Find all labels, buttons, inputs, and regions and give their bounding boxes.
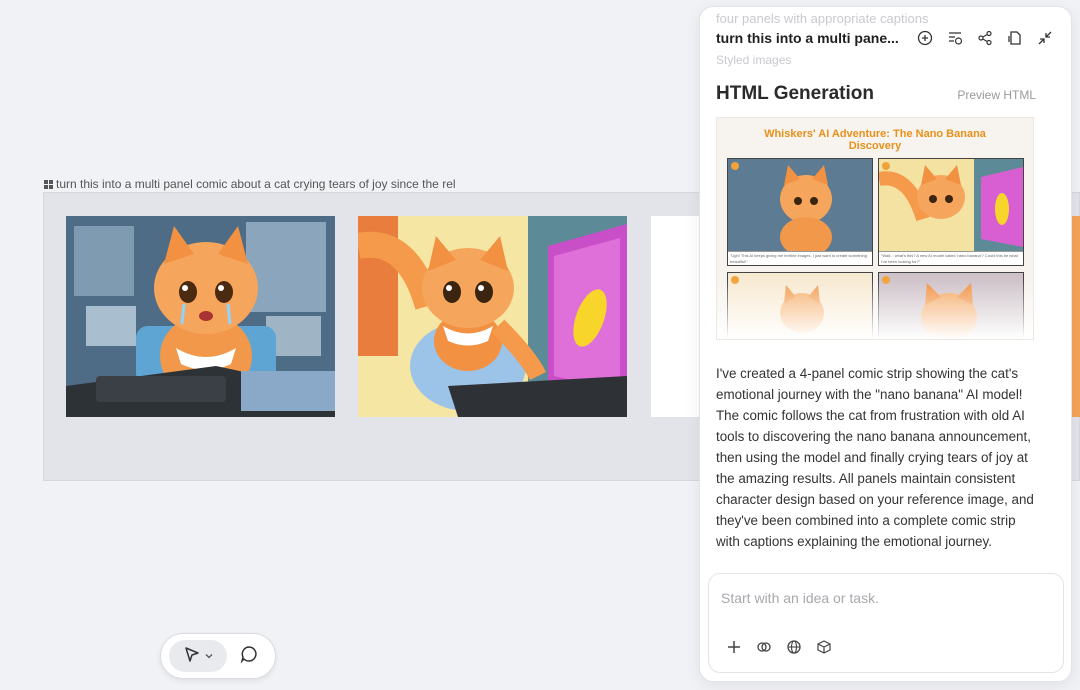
assistant-response-text: I've created a 4-panel comic strip showi… bbox=[716, 366, 1034, 549]
pointer-arrow-icon bbox=[183, 645, 201, 668]
add-circle-icon[interactable] bbox=[915, 28, 935, 48]
preview-panel-1-caption: "Ugh! This AI keeps giving me terrible i… bbox=[728, 251, 872, 265]
panel-title: turn this into a multi pane... bbox=[716, 30, 899, 46]
collapse-icon[interactable] bbox=[1035, 28, 1055, 48]
comment-tool-button[interactable] bbox=[233, 640, 265, 672]
preview-panel-2-caption: "Wait... what's this? A new AI model cal… bbox=[879, 251, 1023, 265]
preview-panel-number bbox=[731, 162, 739, 170]
comment-bubble-icon bbox=[239, 644, 259, 669]
frame-label[interactable]: turn this into a multi panel comic about… bbox=[44, 177, 456, 191]
chat-input[interactable] bbox=[721, 588, 1051, 608]
section-title: HTML Generation bbox=[716, 83, 874, 104]
html-generation-header: HTML Generation Preview HTML bbox=[716, 83, 1036, 105]
preview-panel-1: "Ugh! This AI keeps giving me terrible i… bbox=[727, 158, 873, 266]
share-icon[interactable] bbox=[975, 28, 995, 48]
frame-label-text: turn this into a multi panel comic about… bbox=[56, 177, 456, 191]
preview-comic-title: Whiskers' AI Adventure: The Nano Banana … bbox=[764, 128, 986, 152]
ghost-styled-images: Styled images bbox=[716, 53, 792, 67]
preview-panel-number bbox=[882, 162, 890, 170]
assistant-side-panel: four panels with appropriate captions tu… bbox=[699, 6, 1072, 682]
preview-html-link[interactable]: Preview HTML bbox=[957, 88, 1036, 102]
frame-grid-icon bbox=[44, 179, 53, 189]
panel-header: turn this into a multi pane... bbox=[700, 21, 1071, 55]
preview-sad-cat bbox=[780, 165, 832, 257]
plus-icon[interactable] bbox=[725, 638, 743, 656]
select-tool-button[interactable] bbox=[169, 640, 227, 672]
comic-panel-1-image[interactable] bbox=[66, 216, 335, 417]
preview-panel-2: "Wait... what's this? A new AI model cal… bbox=[878, 158, 1024, 266]
globe-icon[interactable] bbox=[785, 638, 803, 656]
preview-fade bbox=[717, 279, 1033, 339]
canvas-toolbar bbox=[160, 633, 276, 679]
attach-icon[interactable] bbox=[755, 638, 773, 656]
chevron-down-icon bbox=[205, 647, 213, 665]
sad-cat-illustration bbox=[66, 216, 335, 417]
chat-input-box bbox=[708, 573, 1064, 673]
document-icon[interactable] bbox=[1005, 28, 1025, 48]
surprised-cat-illustration bbox=[358, 216, 627, 417]
html-preview-thumbnail[interactable]: Whiskers' AI Adventure: The Nano Banana … bbox=[716, 117, 1034, 340]
history-list-icon[interactable] bbox=[945, 28, 965, 48]
comic-panel-2-image[interactable] bbox=[358, 216, 627, 417]
cube-icon[interactable] bbox=[815, 638, 833, 656]
preview-surprised-cat bbox=[879, 159, 1023, 253]
